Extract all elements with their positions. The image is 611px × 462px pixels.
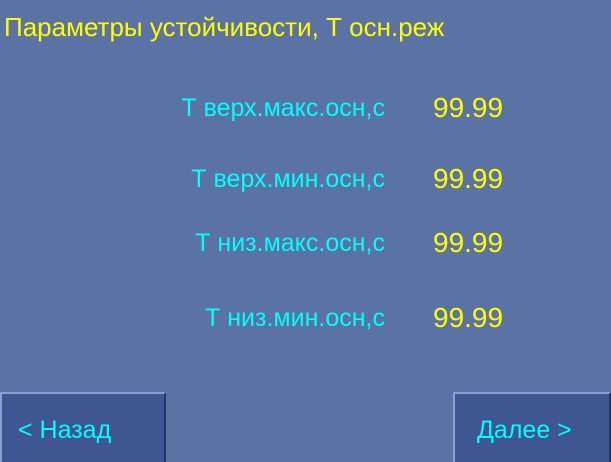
- param-label-t-upper-min: Т верх.мин.осн,с: [191, 165, 385, 193]
- back-button[interactable]: < Назад: [0, 392, 166, 462]
- param-label-t-upper-max: Т верх.макс.осн,с: [181, 94, 385, 122]
- param-value-t-lower-max: 99.99: [433, 227, 504, 258]
- param-label-t-lower-max: Т низ.макс.осн,с: [195, 229, 385, 257]
- next-button[interactable]: Далее >: [453, 392, 611, 462]
- param-value-t-upper-max: 99.99: [433, 92, 504, 123]
- param-label-t-lower-min: Т низ.мин.осн,с: [205, 304, 385, 332]
- param-value-t-lower-min: 99.99: [433, 302, 504, 333]
- screen-title: Параметры устойчивости, Т осн.реж: [4, 12, 445, 42]
- param-value-t-upper-min: 99.99: [433, 163, 504, 194]
